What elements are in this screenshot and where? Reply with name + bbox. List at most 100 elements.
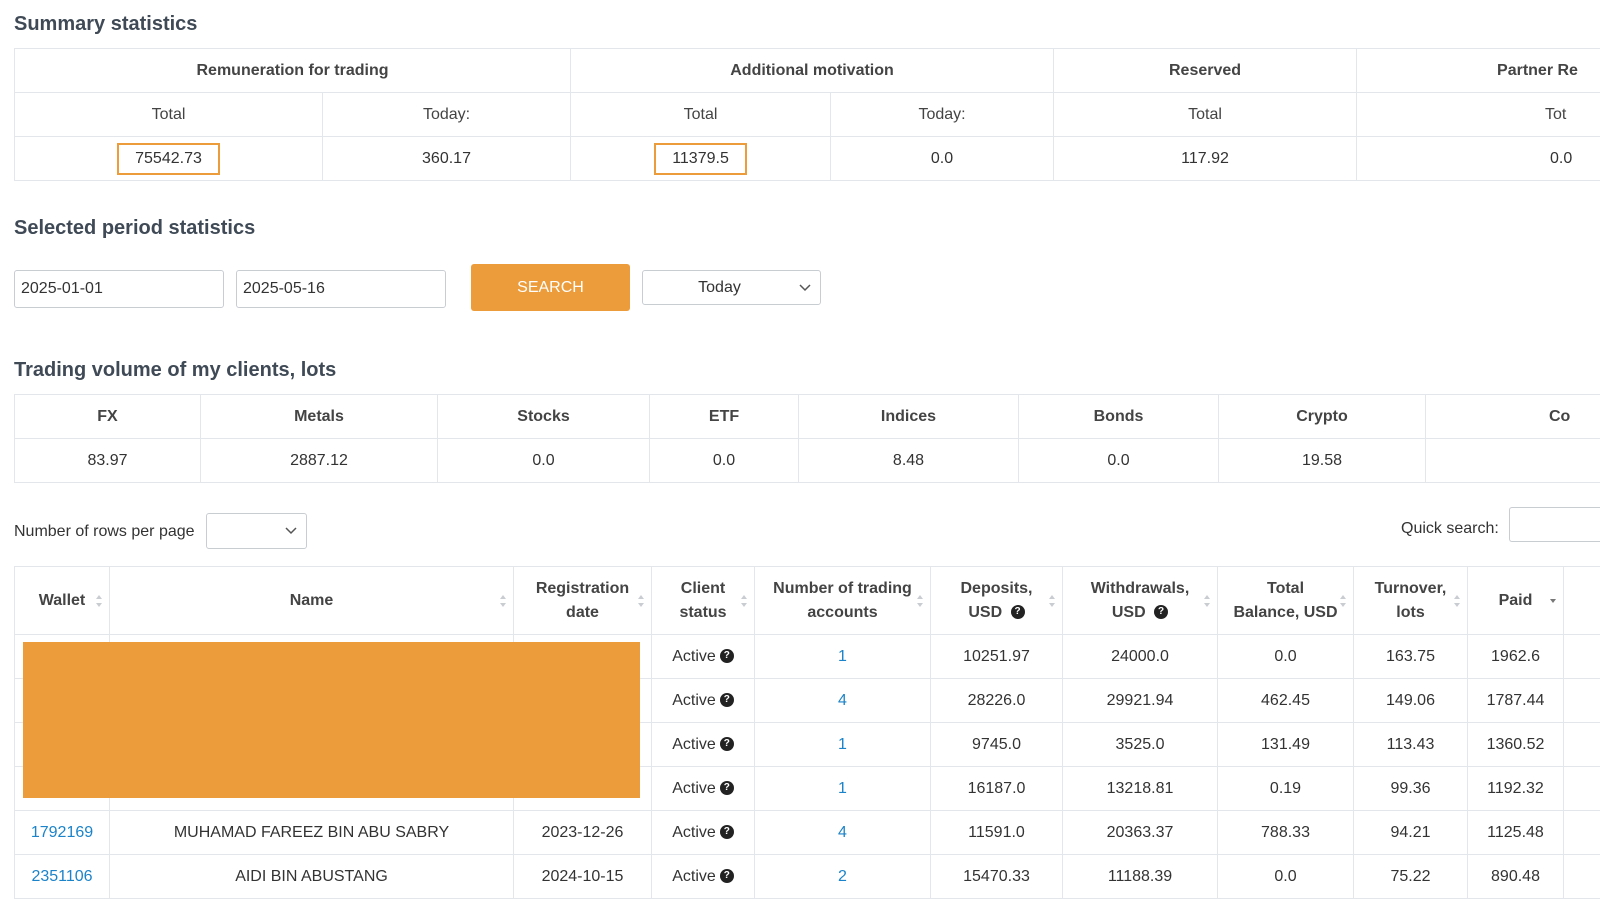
volume-header-stocks: Stocks (438, 395, 650, 439)
accounts-cell[interactable]: 4 (755, 811, 931, 855)
period-range-select[interactable]: Today (642, 270, 821, 305)
question-icon[interactable]: ? (720, 825, 734, 839)
status-value: Active (672, 824, 716, 841)
deposits-value: 11591.0 (968, 824, 1025, 841)
withdrawals-value: 20363.37 (1107, 824, 1174, 841)
accounts-cell[interactable]: 4 (755, 679, 931, 723)
turnover-value: 113.43 (1387, 736, 1435, 753)
question-icon[interactable]: ? (1154, 605, 1168, 619)
accounts-link[interactable]: 2 (838, 868, 847, 885)
column-header-registration-date[interactable]: Registration date (514, 567, 652, 635)
rows-per-page-select[interactable] (206, 513, 307, 549)
question-icon[interactable]: ? (720, 869, 734, 883)
paid-cell: 890.48 (1468, 855, 1564, 899)
paid-value: 1125.48 (1487, 824, 1544, 841)
period-range-value: Today (643, 279, 796, 297)
withdrawals-cell: 24000.0 (1063, 635, 1218, 679)
column-header-client-status[interactable]: Client status (652, 567, 755, 635)
balance-value: 131.49 (1261, 736, 1310, 753)
status-cell: Active? (652, 723, 755, 767)
summary-group-reserved: Reserved (1054, 49, 1357, 93)
deposits-cell: 15470.33 (931, 855, 1063, 899)
volume-header-commodities: Co (1426, 395, 1600, 439)
sort-icon (95, 593, 103, 609)
accounts-link[interactable]: 4 (838, 692, 847, 709)
date-from-input[interactable] (14, 270, 224, 308)
wallet-link[interactable]: 2351106 (31, 868, 92, 885)
volume-value-stocks: 0.0 (438, 439, 650, 483)
question-icon[interactable]: ? (1011, 605, 1025, 619)
summary-subheader: Total (1054, 93, 1357, 137)
name-cell: AIDI BIN ABUSTANG (110, 855, 514, 899)
accounts-link[interactable]: 4 (838, 824, 847, 841)
sort-icon (916, 593, 924, 609)
summary-title: Summary statistics (14, 13, 197, 36)
table-row: 1792169MUHAMAD FAREEZ BIN ABU SABRY2023-… (15, 811, 1600, 855)
accounts-link[interactable]: 1 (838, 648, 847, 665)
extra-cell (1564, 723, 1600, 767)
volume-value-etf: 0.0 (650, 439, 799, 483)
accounts-cell[interactable]: 1 (755, 767, 931, 811)
header-label: Paid (1499, 592, 1533, 609)
column-header-paid[interactable]: Paid (1468, 567, 1564, 635)
sort-icon (637, 593, 645, 609)
sort-icon (1549, 593, 1557, 609)
accounts-cell[interactable]: 1 (755, 635, 931, 679)
extra-cell (1564, 767, 1600, 811)
deposits-cell: 10251.97 (931, 635, 1063, 679)
accounts-link[interactable]: 1 (838, 780, 847, 797)
extra-cell (1564, 855, 1600, 899)
deposits-value: 15470.33 (963, 868, 1030, 885)
summary-value: 0.0 (1357, 137, 1600, 181)
header-label: Name (290, 592, 334, 609)
extra-cell (1564, 811, 1600, 855)
withdrawals-cell: 13218.81 (1063, 767, 1218, 811)
summary-group-remuneration: Remuneration for trading (15, 49, 571, 93)
question-icon[interactable]: ? (720, 737, 734, 751)
paid-value: 1962.6 (1491, 648, 1540, 665)
paid-cell: 1962.6 (1468, 635, 1564, 679)
column-header-trading-accounts[interactable]: Number of trading accounts (755, 567, 931, 635)
withdrawals-value: 29921.94 (1107, 692, 1174, 709)
balance-value: 788.33 (1261, 824, 1310, 841)
status-cell: Active? (652, 811, 755, 855)
question-icon[interactable]: ? (720, 649, 734, 663)
withdrawals-cell: 11188.39 (1063, 855, 1218, 899)
column-header-wallet[interactable]: Wallet (15, 567, 110, 635)
question-icon[interactable]: ? (720, 781, 734, 795)
quick-search-input[interactable] (1509, 507, 1600, 542)
summary-table: Remuneration for trading Additional moti… (14, 48, 1600, 181)
volume-value-bonds: 0.0 (1019, 439, 1219, 483)
status-value: Active (672, 648, 716, 665)
accounts-link[interactable]: 1 (838, 736, 847, 753)
date-to-input[interactable] (236, 270, 446, 308)
header-label: Registration date (536, 580, 629, 621)
balance-cell: 0.0 (1218, 635, 1354, 679)
table-row: 2351106AIDI BIN ABUSTANG2024-10-15Active… (15, 855, 1600, 899)
column-header-deposits[interactable]: Deposits, USD ? (931, 567, 1063, 635)
column-header-turnover[interactable]: Turnover, lots (1354, 567, 1468, 635)
search-button[interactable]: SEARCH (471, 264, 630, 311)
column-header-name[interactable]: Name (110, 567, 514, 635)
volume-value-indices: 8.48 (799, 439, 1019, 483)
volume-table: FX Metals Stocks ETF Indices Bonds Crypt… (14, 394, 1600, 483)
accounts-cell[interactable]: 2 (755, 855, 931, 899)
accounts-cell[interactable]: 1 (755, 723, 931, 767)
extra-cell (1564, 679, 1600, 723)
header-label: Withdrawals, USD (1091, 580, 1190, 621)
summary-value: 117.92 (1054, 137, 1357, 181)
column-header-withdrawals[interactable]: Withdrawals, USD ? (1063, 567, 1218, 635)
status-cell: Active? (652, 855, 755, 899)
name-cell: MUHAMAD FAREEZ BIN ABU SABRY (110, 811, 514, 855)
wallet-cell[interactable]: 2351106 (15, 855, 110, 899)
question-icon[interactable]: ? (720, 693, 734, 707)
summary-subheader: Total (15, 93, 323, 137)
column-header-total-balance[interactable]: Total Balance, USD (1218, 567, 1354, 635)
paid-cell: 1360.52 (1468, 723, 1564, 767)
wallet-cell[interactable]: 1792169 (15, 811, 110, 855)
turnover-value: 99.36 (1390, 780, 1430, 797)
balance-value: 462.45 (1261, 692, 1310, 709)
wallet-link[interactable]: 1792169 (31, 824, 93, 841)
status-cell: Active? (652, 679, 755, 723)
volume-value-crypto: 19.58 (1219, 439, 1426, 483)
